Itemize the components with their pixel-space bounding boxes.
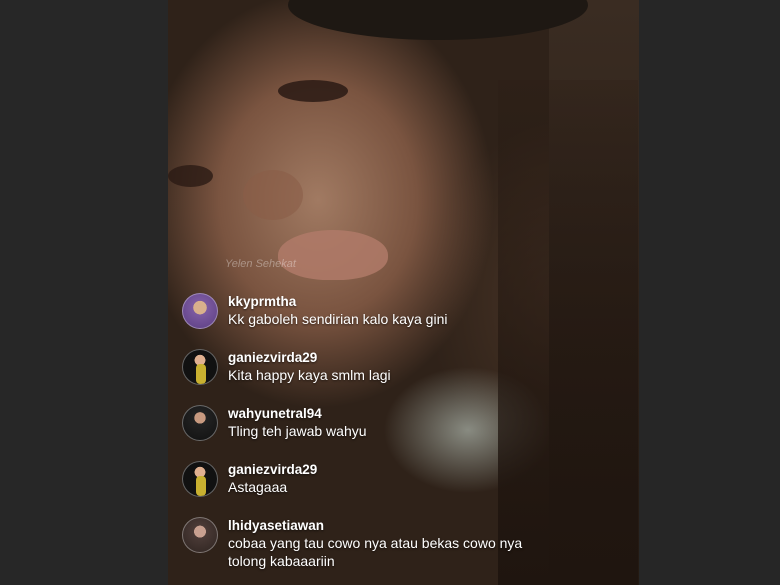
comment-message: Kk gaboleh sendirian kalo kaya gini (228, 311, 448, 327)
user-avatar[interactable] (182, 405, 218, 441)
left-letterbox (0, 0, 168, 585)
user-avatar[interactable] (182, 293, 218, 329)
comment-message: Tling teh jawab wahyu (228, 423, 367, 439)
hat-shape (288, 0, 588, 40)
user-avatar[interactable] (182, 461, 218, 497)
comment-item[interactable]: kkyprmtha Kk gaboleh sendirian kalo kaya… (182, 293, 622, 329)
lips-shape (278, 230, 388, 280)
comment-username[interactable]: lhidyasetiawan (228, 517, 522, 534)
comment-username[interactable]: ganiezvirda29 (228, 349, 391, 366)
comment-username[interactable]: kkyprmtha (228, 293, 447, 310)
comment-item[interactable]: wahyunetral94 Tling teh jawab wahyu (182, 405, 622, 441)
comment-username[interactable]: ganiezvirda29 (228, 461, 317, 478)
comment-message: Kita happy kaya smlm lagi (228, 367, 391, 383)
comment-item[interactable]: ganiezvirda29 Kita happy kaya smlm lagi (182, 349, 622, 385)
comment-item[interactable]: lhidyasetiawan cobaa yang tau cowo nya a… (182, 517, 622, 570)
eye-shape (168, 165, 213, 187)
user-avatar[interactable] (182, 517, 218, 553)
watermark: Yelen Sehekat (225, 258, 296, 270)
comment-message: Astagaaa (228, 479, 288, 495)
nose-shape (243, 170, 303, 220)
hair-shape (498, 80, 638, 585)
user-avatar[interactable] (182, 349, 218, 385)
comment-username[interactable]: wahyunetral94 (228, 405, 367, 422)
comment-item[interactable]: ganiezvirda29 Astagaaa (182, 461, 622, 497)
comment-message: cobaa yang tau cowo nya atau bekas cowo … (228, 535, 523, 569)
right-letterbox (639, 0, 780, 585)
eye-shape (278, 80, 348, 102)
